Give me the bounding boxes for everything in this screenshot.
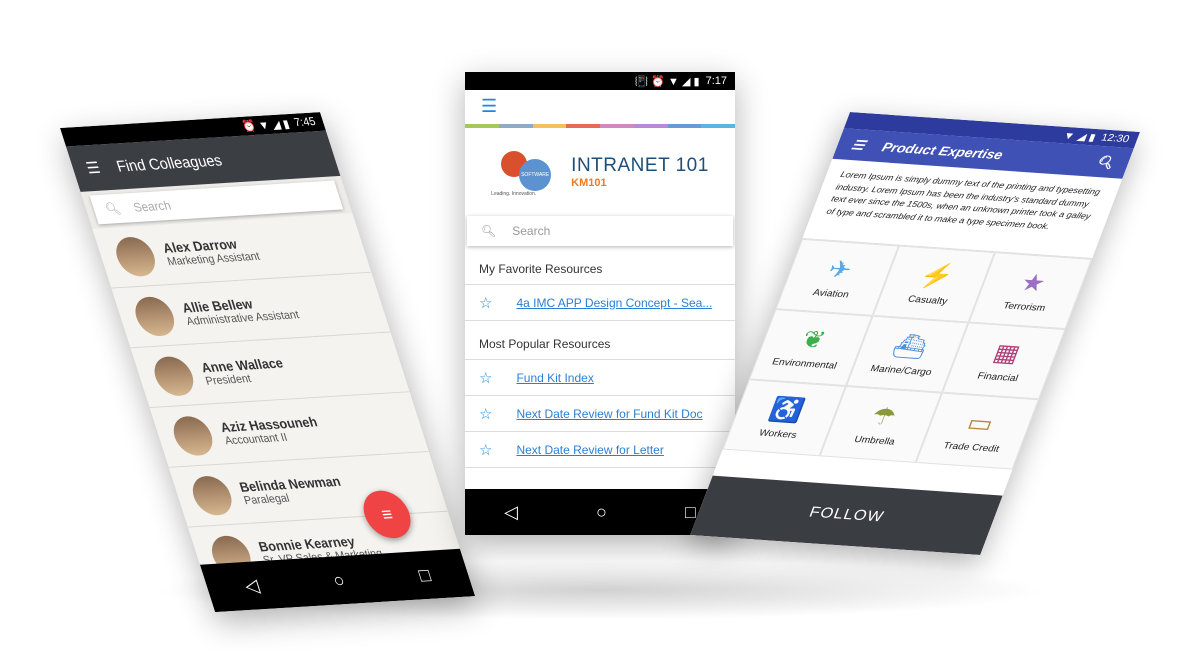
follow-button[interactable]: FOLLOW xyxy=(690,475,1003,556)
home-icon[interactable]: ○ xyxy=(330,569,347,591)
menu-icon[interactable]: ☰ xyxy=(465,90,735,124)
status-time: 7:17 xyxy=(705,75,727,87)
colleague-list: Alex Darrow Marketing Assistant Allie Bell… xyxy=(92,213,468,588)
filter-icon: ≡ xyxy=(378,503,396,525)
aviation-icon: ✈ xyxy=(824,254,857,284)
search-icon: 🔍︎ xyxy=(103,201,123,217)
recents-icon[interactable]: □ xyxy=(416,564,433,586)
avatar xyxy=(187,474,237,516)
menu-icon[interactable]: ☰ xyxy=(849,137,868,153)
status-time: 7:45 xyxy=(292,115,318,130)
status-bar: 📳 ⏰ ▼ ◢ ▮ 7:17 xyxy=(465,72,735,90)
page-title: Find Colleagues xyxy=(114,151,225,176)
recents-icon[interactable]: □ xyxy=(685,502,696,523)
stripe-segment xyxy=(532,124,567,128)
casualty-icon: ⚡ xyxy=(915,261,959,291)
color-stripe xyxy=(465,124,735,128)
avatar xyxy=(168,414,218,457)
trade-credit-icon: ▭ xyxy=(963,408,998,438)
resource-link[interactable]: Next Date Review for Fund Kit Doc xyxy=(516,407,702,421)
tile-label: Casualty xyxy=(906,294,949,307)
phone-product-expertise: ▼ ◢ ▮ 12:30 ☰ Product Expertise 🔍︎ Lorem Ip… xyxy=(690,112,1140,556)
tile-label: Trade Credit xyxy=(941,440,1001,455)
page-title: Product Expertise xyxy=(879,139,1006,163)
stripe-segment xyxy=(600,124,634,128)
popular-heading: Most Popular Resources xyxy=(465,321,735,360)
tile-label: Environmental xyxy=(770,357,839,372)
tile-label: Terrorism xyxy=(1001,300,1047,314)
marine-cargo-icon: ⛴ xyxy=(888,331,932,361)
phone-intranet: 📳 ⏰ ▼ ◢ ▮ 7:17 ☰ SOFTWARE Leading. Innovat… xyxy=(465,72,735,535)
resource-item: ☆ Next Date Review for Letter xyxy=(465,432,735,468)
popular-list: ☆ Fund Kit Index ☆ Next Date Review for Fun… xyxy=(465,360,735,468)
gears-logo-icon: SOFTWARE Leading. Innovation. xyxy=(491,147,561,197)
logo-subtitle: KM101 xyxy=(571,177,607,189)
home-icon[interactable]: ○ xyxy=(596,502,607,523)
category-grid: ✈ Aviation ⚡ Casualty ★ Terrorism ❦ Environment… xyxy=(722,238,1093,470)
financial-icon: ▦ xyxy=(989,338,1025,368)
search-icon[interactable]: 🔍︎ xyxy=(1093,154,1117,171)
stripe-segment xyxy=(465,124,499,128)
resource-link[interactable]: Fund Kit Index xyxy=(516,371,593,385)
stripe-segment xyxy=(667,124,702,128)
star-icon[interactable]: ☆ xyxy=(479,441,492,459)
stripe-segment xyxy=(566,124,600,128)
environmental-icon: ❦ xyxy=(797,325,830,354)
tile-label: Umbrella xyxy=(852,434,897,448)
resource-item: ☆ 4a IMC APP Design Concept - Sea... xyxy=(465,285,735,321)
back-icon[interactable]: ◁ xyxy=(504,502,518,523)
search-input[interactable]: 🔍︎ Search xyxy=(467,216,733,246)
search-icon: 🔍︎ xyxy=(481,224,497,238)
resource-link[interactable]: 4a IMC APP Design Concept - Sea... xyxy=(516,296,712,310)
stripe-segment xyxy=(633,124,668,128)
tile-label: Workers xyxy=(757,428,799,441)
workers-icon: ♿ xyxy=(765,395,809,425)
avatar xyxy=(149,355,199,397)
stripe-segment xyxy=(701,124,735,128)
tile-label: Financial xyxy=(975,371,1020,384)
back-icon[interactable]: ◁ xyxy=(242,574,262,596)
search-placeholder: Search xyxy=(512,224,551,238)
avatar xyxy=(130,295,180,337)
logo-title: INTRANET 101 xyxy=(571,155,709,176)
tile-label: Marine/Cargo xyxy=(868,363,934,378)
resource-item: ☆ Fund Kit Index xyxy=(465,360,735,396)
status-icons: ▼ ◢ ▮ xyxy=(1061,130,1098,144)
resource-item: ☆ Next Date Review for Fund Kit Doc xyxy=(465,396,735,432)
phone-find-colleagues: ⏰ ▼ ◢ ▮ 7:45 ☰ Find Colleagues 🔍︎ Search Al… xyxy=(60,112,476,613)
status-time: 12:30 xyxy=(1099,132,1131,145)
menu-icon[interactable]: ☰ xyxy=(84,158,103,177)
umbrella-icon: ☂ xyxy=(867,401,901,431)
status-icons: ⏰ ▼ ◢ ▮ xyxy=(240,117,292,133)
resource-link[interactable]: Next Date Review for Letter xyxy=(516,443,663,457)
avatar xyxy=(110,235,161,277)
star-icon[interactable]: ☆ xyxy=(479,369,492,387)
status-icons: 📳 ⏰ ▼ ◢ ▮ xyxy=(634,75,700,88)
gear-label: SOFTWARE xyxy=(519,159,552,191)
star-icon[interactable]: ☆ xyxy=(479,294,492,312)
stripe-segment xyxy=(498,124,533,128)
terrorism-icon: ★ xyxy=(1016,268,1051,297)
logo-tagline: Leading. Innovation. xyxy=(491,191,537,197)
favorites-heading: My Favorite Resources xyxy=(465,246,735,285)
search-placeholder: Search xyxy=(131,198,173,215)
intranet-logo: SOFTWARE Leading. Innovation. INTRANET 10… xyxy=(465,128,735,216)
tile-label: Aviation xyxy=(811,287,851,301)
star-icon[interactable]: ☆ xyxy=(479,405,492,423)
favorites-list: ☆ 4a IMC APP Design Concept - Sea... xyxy=(465,285,735,321)
